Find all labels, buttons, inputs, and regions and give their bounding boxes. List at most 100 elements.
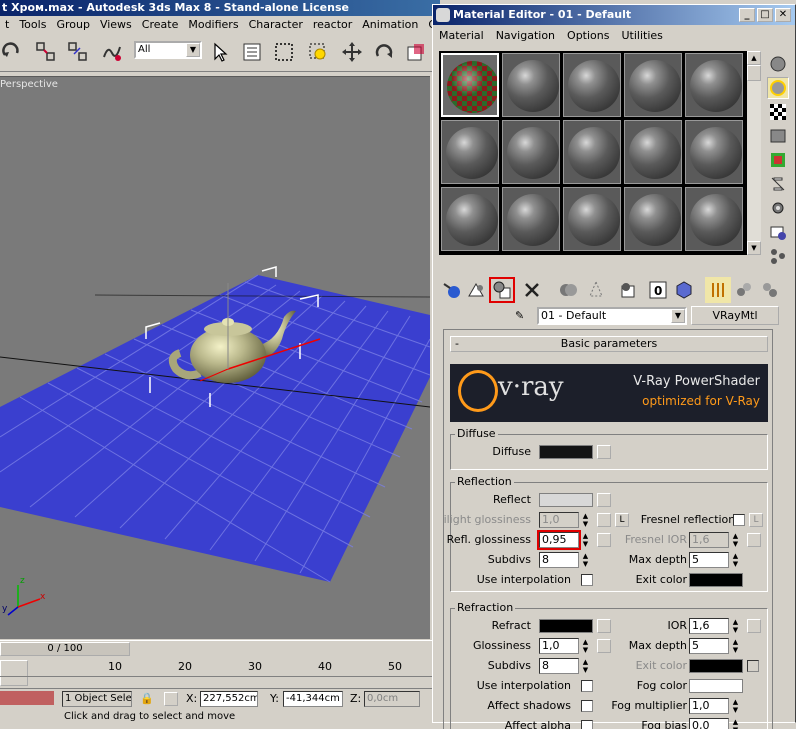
y-coordinate-field[interactable]: -41,344cm <box>283 691 343 707</box>
reflect-color-swatch[interactable] <box>539 493 593 507</box>
x-coordinate-field[interactable]: 227,552cm <box>200 691 258 707</box>
refract-map-button[interactable] <box>597 619 611 633</box>
sample-slot[interactable] <box>563 53 621 117</box>
menu-graph[interactable]: Graph <box>423 16 432 32</box>
sample-slot[interactable] <box>502 187 560 251</box>
show-map-in-viewport-icon[interactable] <box>671 277 697 303</box>
scale-icon[interactable] <box>404 40 428 64</box>
make-preview-icon[interactable] <box>767 173 789 195</box>
link-icon[interactable] <box>34 40 58 64</box>
close-button[interactable]: ✕ <box>775 8 791 22</box>
selection-filter-dropdown[interactable]: All ▼ <box>134 41 202 59</box>
make-unique-icon[interactable] <box>583 277 609 303</box>
menu-character[interactable]: Character <box>244 16 308 32</box>
menu-material[interactable]: Material <box>433 26 490 42</box>
reflection-exit-color-swatch[interactable] <box>689 573 743 587</box>
menu-views[interactable]: Views <box>95 16 137 32</box>
maxscript-listener[interactable] <box>0 691 54 705</box>
minimize-button[interactable]: _ <box>739 8 755 22</box>
sample-slot[interactable] <box>441 187 499 251</box>
put-to-scene-icon[interactable] <box>463 277 489 303</box>
rect-selection-icon[interactable] <box>272 40 296 64</box>
refraction-exit-color-swatch[interactable] <box>689 659 743 673</box>
background-icon[interactable] <box>767 101 789 123</box>
maximize-button[interactable]: □ <box>757 8 773 22</box>
refl-glossiness-map-button[interactable] <box>597 533 611 547</box>
sample-slot[interactable] <box>563 120 621 184</box>
sample-slot[interactable] <box>685 187 743 251</box>
pick-material-eyedropper-icon[interactable]: ✎ <box>515 309 524 322</box>
hilight-lock-button[interactable]: L <box>615 513 629 527</box>
diffuse-map-button[interactable] <box>597 445 611 459</box>
make-material-copy-icon[interactable] <box>555 277 581 303</box>
absolute-mode-icon[interactable] <box>164 692 178 706</box>
options-icon[interactable] <box>767 197 789 219</box>
menu-animation[interactable]: Animation <box>357 16 423 32</box>
sample-slot[interactable] <box>685 120 743 184</box>
sample-slot[interactable] <box>624 53 682 117</box>
sample-slot[interactable] <box>624 187 682 251</box>
unlink-icon[interactable] <box>66 40 90 64</box>
go-to-parent-icon[interactable] <box>731 277 757 303</box>
go-forward-to-sibling-icon[interactable] <box>757 277 783 303</box>
sample-uv-tiling-icon[interactable] <box>767 125 789 147</box>
material-effects-channel-icon[interactable]: 0 <box>645 277 671 303</box>
get-material-icon[interactable] <box>439 277 465 303</box>
assign-to-selection-icon[interactable] <box>489 277 515 303</box>
fog-color-swatch[interactable] <box>689 679 743 693</box>
sample-slot[interactable] <box>685 53 743 117</box>
sample-type-icon[interactable] <box>767 53 789 75</box>
menu-utilities[interactable]: Utilities <box>615 26 668 42</box>
hilight-glossiness-map-button[interactable] <box>597 513 611 527</box>
redo-icon[interactable] <box>0 40 24 64</box>
window-crossing-icon[interactable] <box>306 40 330 64</box>
rotate-icon[interactable] <box>372 40 396 64</box>
track-bar-toggle-icon[interactable] <box>0 660 28 686</box>
bind-spacewarp-icon[interactable] <box>100 40 124 64</box>
time-slider[interactable]: 0 / 100 <box>0 642 130 656</box>
refraction-use-interpolation-checkbox[interactable] <box>581 680 593 692</box>
show-end-result-icon[interactable] <box>705 277 731 303</box>
menu-options[interactable]: Options <box>561 26 615 42</box>
select-by-name-icon[interactable] <box>240 40 264 64</box>
material-name-field[interactable]: 01 - Default ▼ <box>537 307 687 325</box>
select-by-material-icon[interactable] <box>767 221 789 243</box>
basic-parameters-rollout[interactable]: - Basic parameters <box>450 336 768 352</box>
refraction-exit-color-checkbox[interactable] <box>747 660 759 672</box>
diffuse-color-swatch[interactable] <box>539 445 593 459</box>
sample-slot[interactable] <box>502 53 560 117</box>
reset-map-icon[interactable] <box>519 277 545 303</box>
menu-modifiers[interactable]: Modifiers <box>183 16 243 32</box>
material-map-navigator-icon[interactable] <box>767 245 789 267</box>
affect-shadows-checkbox[interactable] <box>581 700 593 712</box>
sample-slot[interactable] <box>441 120 499 184</box>
track-bar[interactable]: 10 20 30 40 50 <box>0 658 432 688</box>
reflect-map-button[interactable] <box>597 493 611 507</box>
video-color-check-icon[interactable] <box>767 149 789 171</box>
sample-slot-selected[interactable] <box>441 53 499 117</box>
refract-color-swatch[interactable] <box>539 619 593 633</box>
ior-map-button[interactable] <box>747 619 761 633</box>
perspective-viewport[interactable]: Perspective z x y <box>0 76 430 639</box>
menu-navigation[interactable]: Navigation <box>490 26 561 42</box>
sample-slots-scrollbar[interactable]: ▲ ▼ <box>747 51 761 255</box>
menu-tools[interactable]: Tools <box>14 16 51 32</box>
fresnel-lock-button[interactable]: L <box>749 513 763 527</box>
menu-create[interactable]: Create <box>137 16 184 32</box>
menu-file[interactable]: t <box>0 16 14 32</box>
z-coordinate-field[interactable]: 0,0cm <box>364 691 420 707</box>
sample-slot[interactable] <box>624 120 682 184</box>
fresnel-reflections-checkbox[interactable] <box>733 514 745 526</box>
reflection-use-interpolation-checkbox[interactable] <box>581 574 593 586</box>
sample-slot[interactable] <box>502 120 560 184</box>
menu-group[interactable]: Group <box>51 16 95 32</box>
refraction-glossiness-map-button[interactable] <box>597 639 611 653</box>
menu-reactor[interactable]: reactor <box>308 16 357 32</box>
select-object-icon[interactable] <box>208 40 232 64</box>
material-type-button[interactable]: VRayMtl <box>691 306 779 325</box>
move-icon[interactable] <box>340 40 364 64</box>
affect-alpha-checkbox[interactable] <box>581 720 593 729</box>
put-to-library-icon[interactable] <box>615 277 641 303</box>
fresnel-ior-map-button[interactable] <box>747 533 761 547</box>
sample-slot[interactable] <box>563 187 621 251</box>
